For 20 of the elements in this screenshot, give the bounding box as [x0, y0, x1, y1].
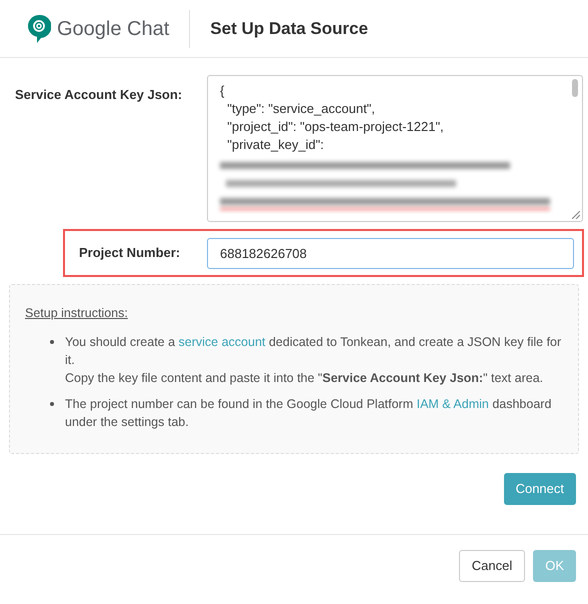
help-link[interactable]: IAM & Admin: [416, 397, 489, 411]
key-json-field[interactable]: { "type": "service_account", "project_id": "ops-team-project-1221", "private_key_id":: [207, 75, 583, 222]
app-name: Google Chat: [57, 16, 170, 42]
help-link[interactable]: service account: [178, 335, 266, 349]
bullet-icon: [50, 340, 54, 344]
bullet-icon: [50, 402, 54, 406]
project-number-field[interactable]: 688182626708: [207, 238, 574, 268]
dialog-title: Set Up Data Source: [210, 18, 368, 40]
instruction-text: The project number can be found in the Google Cloud Platform IAM & Admin dashboard under the settings tab.: [65, 396, 552, 431]
resize-handle-icon[interactable]: [572, 211, 580, 219]
instruction-text: Copy the key file content and paste it into the "Service Account Key Json:" text area.: [65, 370, 544, 387]
cancel-button[interactable]: Cancel: [458, 550, 526, 582]
json-text: { "type": "service_account", "project_id": "ops-team-project-1221", "private_key_id":: [220, 82, 444, 154]
field-label: Project Number:: [79, 244, 182, 262]
instructions-heading: Setup instructions:: [25, 306, 128, 320]
scrollbar[interactable]: [572, 79, 578, 97]
connect-button[interactable]: Connect: [504, 473, 576, 505]
field-label: Service Account Key Json:: [15, 86, 184, 104]
instruction-text: You should create a service account dedicated to Tonkean, and create a JSON key file for it.: [65, 334, 562, 369]
chat-logo-icon: [27, 14, 51, 44]
